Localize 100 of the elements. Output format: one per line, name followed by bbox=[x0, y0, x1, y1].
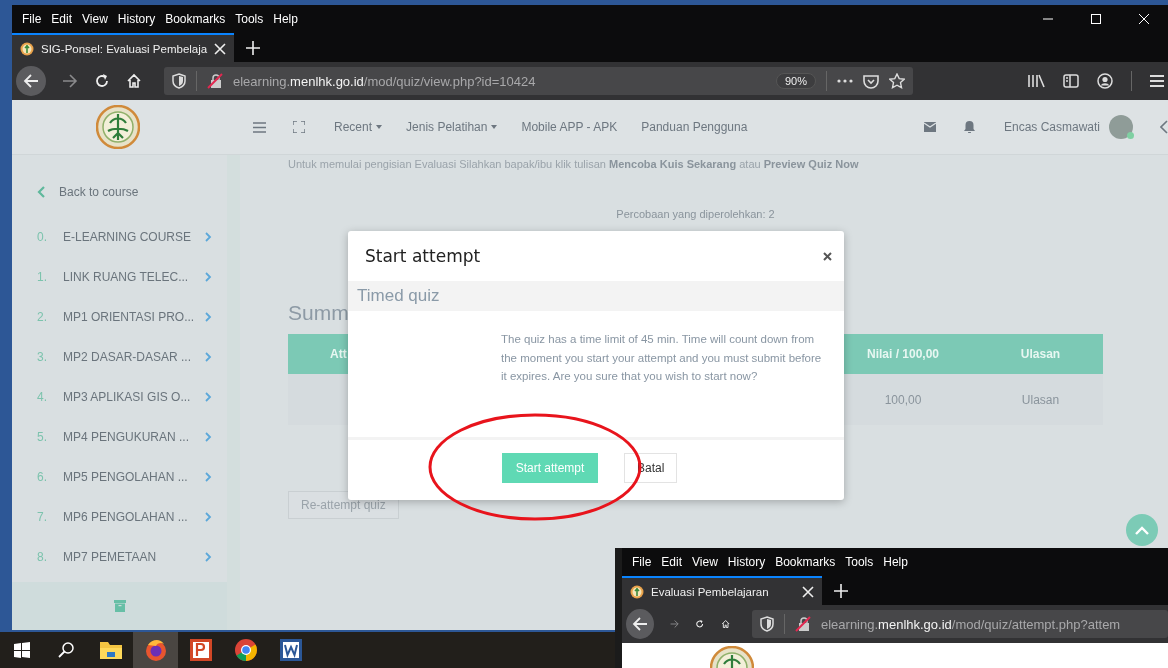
intro-text: Untuk memulai pengisian Evaluasi Silahkan bapak/ibu klik tulisan Mencoba Kuis Sekarang atau Preview Quiz Now bbox=[288, 157, 860, 171]
home-icon[interactable] bbox=[126, 73, 142, 89]
menu-item[interactable]: View bbox=[687, 555, 723, 569]
section-number: 0. bbox=[37, 230, 48, 244]
chevron-up-icon bbox=[1135, 525, 1149, 535]
menu-item[interactable]: Tools bbox=[840, 555, 879, 569]
section-number: 6. bbox=[37, 470, 48, 484]
section-number: 5. bbox=[37, 430, 48, 444]
nav-link[interactable]: Jenis Pelatihan bbox=[406, 120, 498, 134]
chevron-right-icon bbox=[205, 312, 212, 322]
menu-item[interactable]: File bbox=[17, 12, 47, 26]
forward-arrow-icon[interactable] bbox=[62, 74, 78, 88]
logo-icon bbox=[630, 584, 644, 599]
menu-item[interactable]: Edit bbox=[46, 12, 78, 26]
table-cell-text: Ulasan bbox=[1020, 392, 1061, 407]
hamburger-icon[interactable] bbox=[253, 121, 266, 133]
insecure-lock-icon[interactable] bbox=[207, 73, 223, 89]
chrome-icon[interactable] bbox=[233, 638, 258, 662]
menu-item[interactable]: View bbox=[77, 12, 113, 26]
mail-icon[interactable] bbox=[923, 122, 936, 132]
section-link[interactable]: MP2 DASAR-DASAR ... bbox=[63, 350, 205, 364]
firefox-icon[interactable] bbox=[143, 638, 168, 662]
column-header: Nilai / 100,00 bbox=[865, 347, 940, 361]
section-number: 8. bbox=[37, 550, 48, 564]
modal-message: The quiz has a time limit of 45 min. Time will count down from the moment you start your attempt and you must submit before it expires. Are you sure that you wish to start now? bbox=[501, 332, 823, 384]
pocket-icon[interactable] bbox=[863, 73, 879, 89]
back-link[interactable]: Back to course bbox=[59, 185, 139, 199]
user-name[interactable]: Encas Casmawati bbox=[1003, 120, 1100, 134]
library-icon[interactable] bbox=[1027, 74, 1045, 88]
section-heading: Timed quiz bbox=[348, 281, 844, 311]
shield-icon[interactable] bbox=[172, 73, 186, 89]
section-number: 7. bbox=[37, 510, 48, 524]
forward-arrow-icon[interactable] bbox=[670, 617, 680, 631]
site-logo[interactable] bbox=[96, 105, 140, 149]
section-number: 2. bbox=[37, 310, 48, 324]
nav-link[interactable]: Recent bbox=[334, 120, 383, 134]
close-icon[interactable] bbox=[823, 251, 832, 261]
url-text: elearning.menlhk.go.id/mod/quiz/attempt.php?attem bbox=[821, 616, 1121, 632]
insecure-lock-icon[interactable] bbox=[795, 616, 811, 632]
chevron-left-icon[interactable] bbox=[1160, 120, 1168, 134]
section-number: 3. bbox=[37, 350, 48, 364]
summary-heading: Summ bbox=[288, 300, 346, 326]
attempts-allowed-text: Percobaan yang diperolehkan: 2 bbox=[615, 207, 776, 221]
section-link[interactable]: MP6 PENGOLAHAN ... bbox=[63, 510, 205, 524]
search-icon[interactable] bbox=[58, 642, 74, 658]
menu-item[interactable]: History bbox=[722, 555, 771, 569]
section-link[interactable]: MP1 ORIENTASI PRO... bbox=[63, 310, 205, 324]
menu-item[interactable]: History bbox=[112, 12, 161, 26]
back-button[interactable] bbox=[16, 66, 46, 96]
chevron-right-icon bbox=[205, 392, 212, 402]
menu-item[interactable]: Help bbox=[878, 555, 913, 569]
section-link[interactable]: MP4 PENGUKURAN ... bbox=[63, 430, 205, 444]
menu-item[interactable]: Help bbox=[268, 12, 303, 26]
reload-icon[interactable] bbox=[94, 73, 110, 89]
new-tab-icon[interactable] bbox=[834, 583, 848, 598]
chevron-right-icon bbox=[205, 552, 212, 562]
menu-icon[interactable] bbox=[1150, 75, 1164, 87]
table-cell-text: 100,00 bbox=[883, 392, 923, 407]
menu-item[interactable]: Edit bbox=[656, 555, 688, 569]
chevron-right-icon bbox=[205, 512, 212, 522]
menu-item[interactable]: Bookmarks bbox=[160, 12, 231, 26]
section-number: 1. bbox=[37, 270, 48, 284]
section-link[interactable]: E-LEARNING COURSE bbox=[63, 230, 205, 244]
section-link[interactable]: MP7 PEMETAAN bbox=[63, 550, 205, 564]
browser-tab[interactable]: Evaluasi Pembelajaran bbox=[622, 576, 822, 605]
nav-link[interactable]: Panduan Pengguna bbox=[641, 120, 748, 134]
chevron-right-icon bbox=[205, 432, 212, 442]
url-text: elearning.menlhk.go.id/mod/quiz/view.php?id=10424 bbox=[233, 73, 536, 89]
section-number: 4. bbox=[37, 390, 48, 404]
bell-icon[interactable] bbox=[963, 121, 975, 133]
new-tab-icon[interactable] bbox=[246, 40, 261, 55]
menu-item[interactable]: File bbox=[627, 555, 657, 569]
account-icon[interactable] bbox=[1097, 73, 1113, 89]
star-icon[interactable] bbox=[889, 73, 905, 89]
address-bar[interactable]: elearning.menlhk.go.id/mod/quiz/attempt.php?attem bbox=[752, 610, 1168, 638]
modal-title: Start attempt bbox=[365, 246, 481, 266]
section-link[interactable]: MP3 APLIKASI GIS O... bbox=[63, 390, 205, 404]
back-chevron-icon bbox=[37, 186, 45, 198]
sidebar-icon[interactable] bbox=[1063, 74, 1079, 88]
browser-tab[interactable]: SIG-Ponsel: Evaluasi Pembelaja bbox=[12, 33, 235, 62]
fullscreen-icon[interactable] bbox=[293, 121, 305, 133]
nav-link[interactable]: Mobile APP - APK bbox=[521, 120, 618, 134]
back-button[interactable] bbox=[626, 609, 654, 639]
menu-item[interactable]: Tools bbox=[230, 12, 269, 26]
zoom-badge[interactable]: 90% bbox=[775, 73, 816, 89]
section-link[interactable]: LINK RUANG TELEC... bbox=[63, 270, 205, 284]
presentation-app-icon[interactable] bbox=[189, 639, 212, 661]
windows-start-icon[interactable] bbox=[14, 642, 30, 658]
maximize-icon[interactable] bbox=[1091, 14, 1101, 24]
address-bar[interactable]: elearning.menlhk.go.id/mod/quiz/view.php?id=10424 90% bbox=[164, 67, 913, 95]
menu-item[interactable]: Bookmarks bbox=[770, 555, 841, 569]
document-app-icon[interactable] bbox=[279, 639, 302, 661]
section-link[interactable]: MP5 PENGOLAHAN ... bbox=[63, 470, 205, 484]
shield-icon[interactable] bbox=[760, 616, 774, 632]
chevron-right-icon bbox=[205, 352, 212, 362]
folder-icon[interactable] bbox=[99, 640, 122, 660]
back-arrow-icon bbox=[23, 74, 39, 88]
more-dots-icon[interactable] bbox=[837, 79, 853, 83]
chevron-right-icon bbox=[205, 272, 212, 282]
column-header: Ulasan bbox=[1019, 347, 1062, 361]
